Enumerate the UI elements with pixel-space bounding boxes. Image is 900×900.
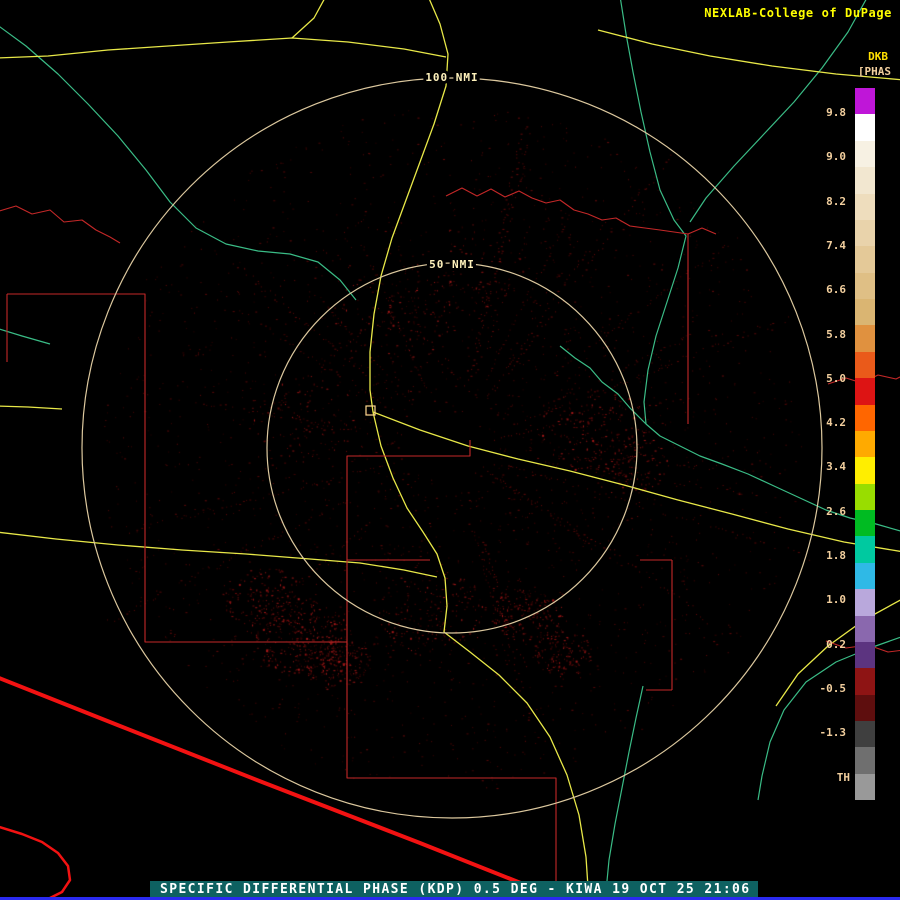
river <box>0 26 357 301</box>
product-title: SPECIFIC DIFFERENTIAL PHASE (KDP) 0.5 DE… <box>160 882 751 897</box>
rivers-layer <box>0 0 900 900</box>
colorbar-segment <box>855 378 875 405</box>
range-ring-50-label: 50 NMI <box>429 258 475 271</box>
attribution-text: NEXLAB-College of DuPage <box>704 6 892 20</box>
international-border-line <box>0 676 568 900</box>
colorbar-segment <box>855 668 875 695</box>
colorbar-segment <box>855 167 875 194</box>
colorbar-threshold-label: TH <box>836 771 850 784</box>
radar-display: 100 NMI 50 NMI NEXLAB-College of DuPage … <box>0 0 900 900</box>
colorbar-segment <box>855 404 875 431</box>
county-boundary <box>445 187 717 235</box>
colorbar-segment <box>855 430 875 458</box>
colorbar-segment <box>855 615 875 642</box>
colorbar <box>855 88 875 801</box>
county-boundary <box>640 559 673 691</box>
range-ring-100nmi <box>81 77 823 819</box>
colorbar-unit-label: DKB <box>868 50 888 63</box>
colorbar-segment <box>855 351 875 379</box>
county-boundary <box>0 205 121 244</box>
colorbar-segment <box>855 299 875 326</box>
range-rings-layer: 100 NMI 50 NMI <box>81 68 823 819</box>
status-bar: SPECIFIC DIFFERENTIAL PHASE (KDP) 0.5 DE… <box>150 881 758 898</box>
colorbar-scale-label: [PHAS <box>857 65 891 78</box>
highway <box>0 531 438 578</box>
river <box>620 0 687 425</box>
colorbar-segment <box>855 747 875 774</box>
colorbar-segment <box>855 88 875 115</box>
range-ring-50nmi <box>266 262 638 634</box>
colorbar-segment <box>855 721 875 748</box>
colorbar-segment <box>855 246 875 273</box>
colorbar-segment <box>855 773 875 801</box>
colorbar-segment <box>855 114 875 141</box>
highway <box>369 0 449 413</box>
colorbar-segment <box>855 536 875 563</box>
county-boundary <box>7 293 557 900</box>
county-boundaries-layer <box>0 187 900 900</box>
highway <box>291 0 325 39</box>
highway <box>775 599 900 707</box>
range-ring-100-label: 100 NMI <box>425 71 478 84</box>
colorbar-segment <box>855 562 875 590</box>
river <box>757 636 900 801</box>
river <box>604 685 644 900</box>
colorbar-segment <box>855 219 875 247</box>
colorbar-segment <box>855 325 875 352</box>
colorbar-segment <box>855 694 875 721</box>
highway <box>372 411 590 900</box>
colorbar-segment <box>855 510 875 537</box>
colorbar-segment <box>855 483 875 510</box>
colorbar-segment <box>855 193 875 220</box>
map-svg: 100 NMI 50 NMI <box>0 0 900 900</box>
colorbar-segment <box>855 457 875 484</box>
border-river <box>0 825 72 900</box>
colorbar-segment <box>855 641 875 669</box>
colorbar-segment <box>855 140 875 168</box>
highway <box>0 405 63 410</box>
highway <box>597 29 900 81</box>
highway <box>0 37 447 59</box>
river <box>559 345 900 532</box>
colorbar-segment <box>855 589 875 616</box>
international-border-layer <box>0 676 568 900</box>
colorbar-segment <box>855 272 875 299</box>
